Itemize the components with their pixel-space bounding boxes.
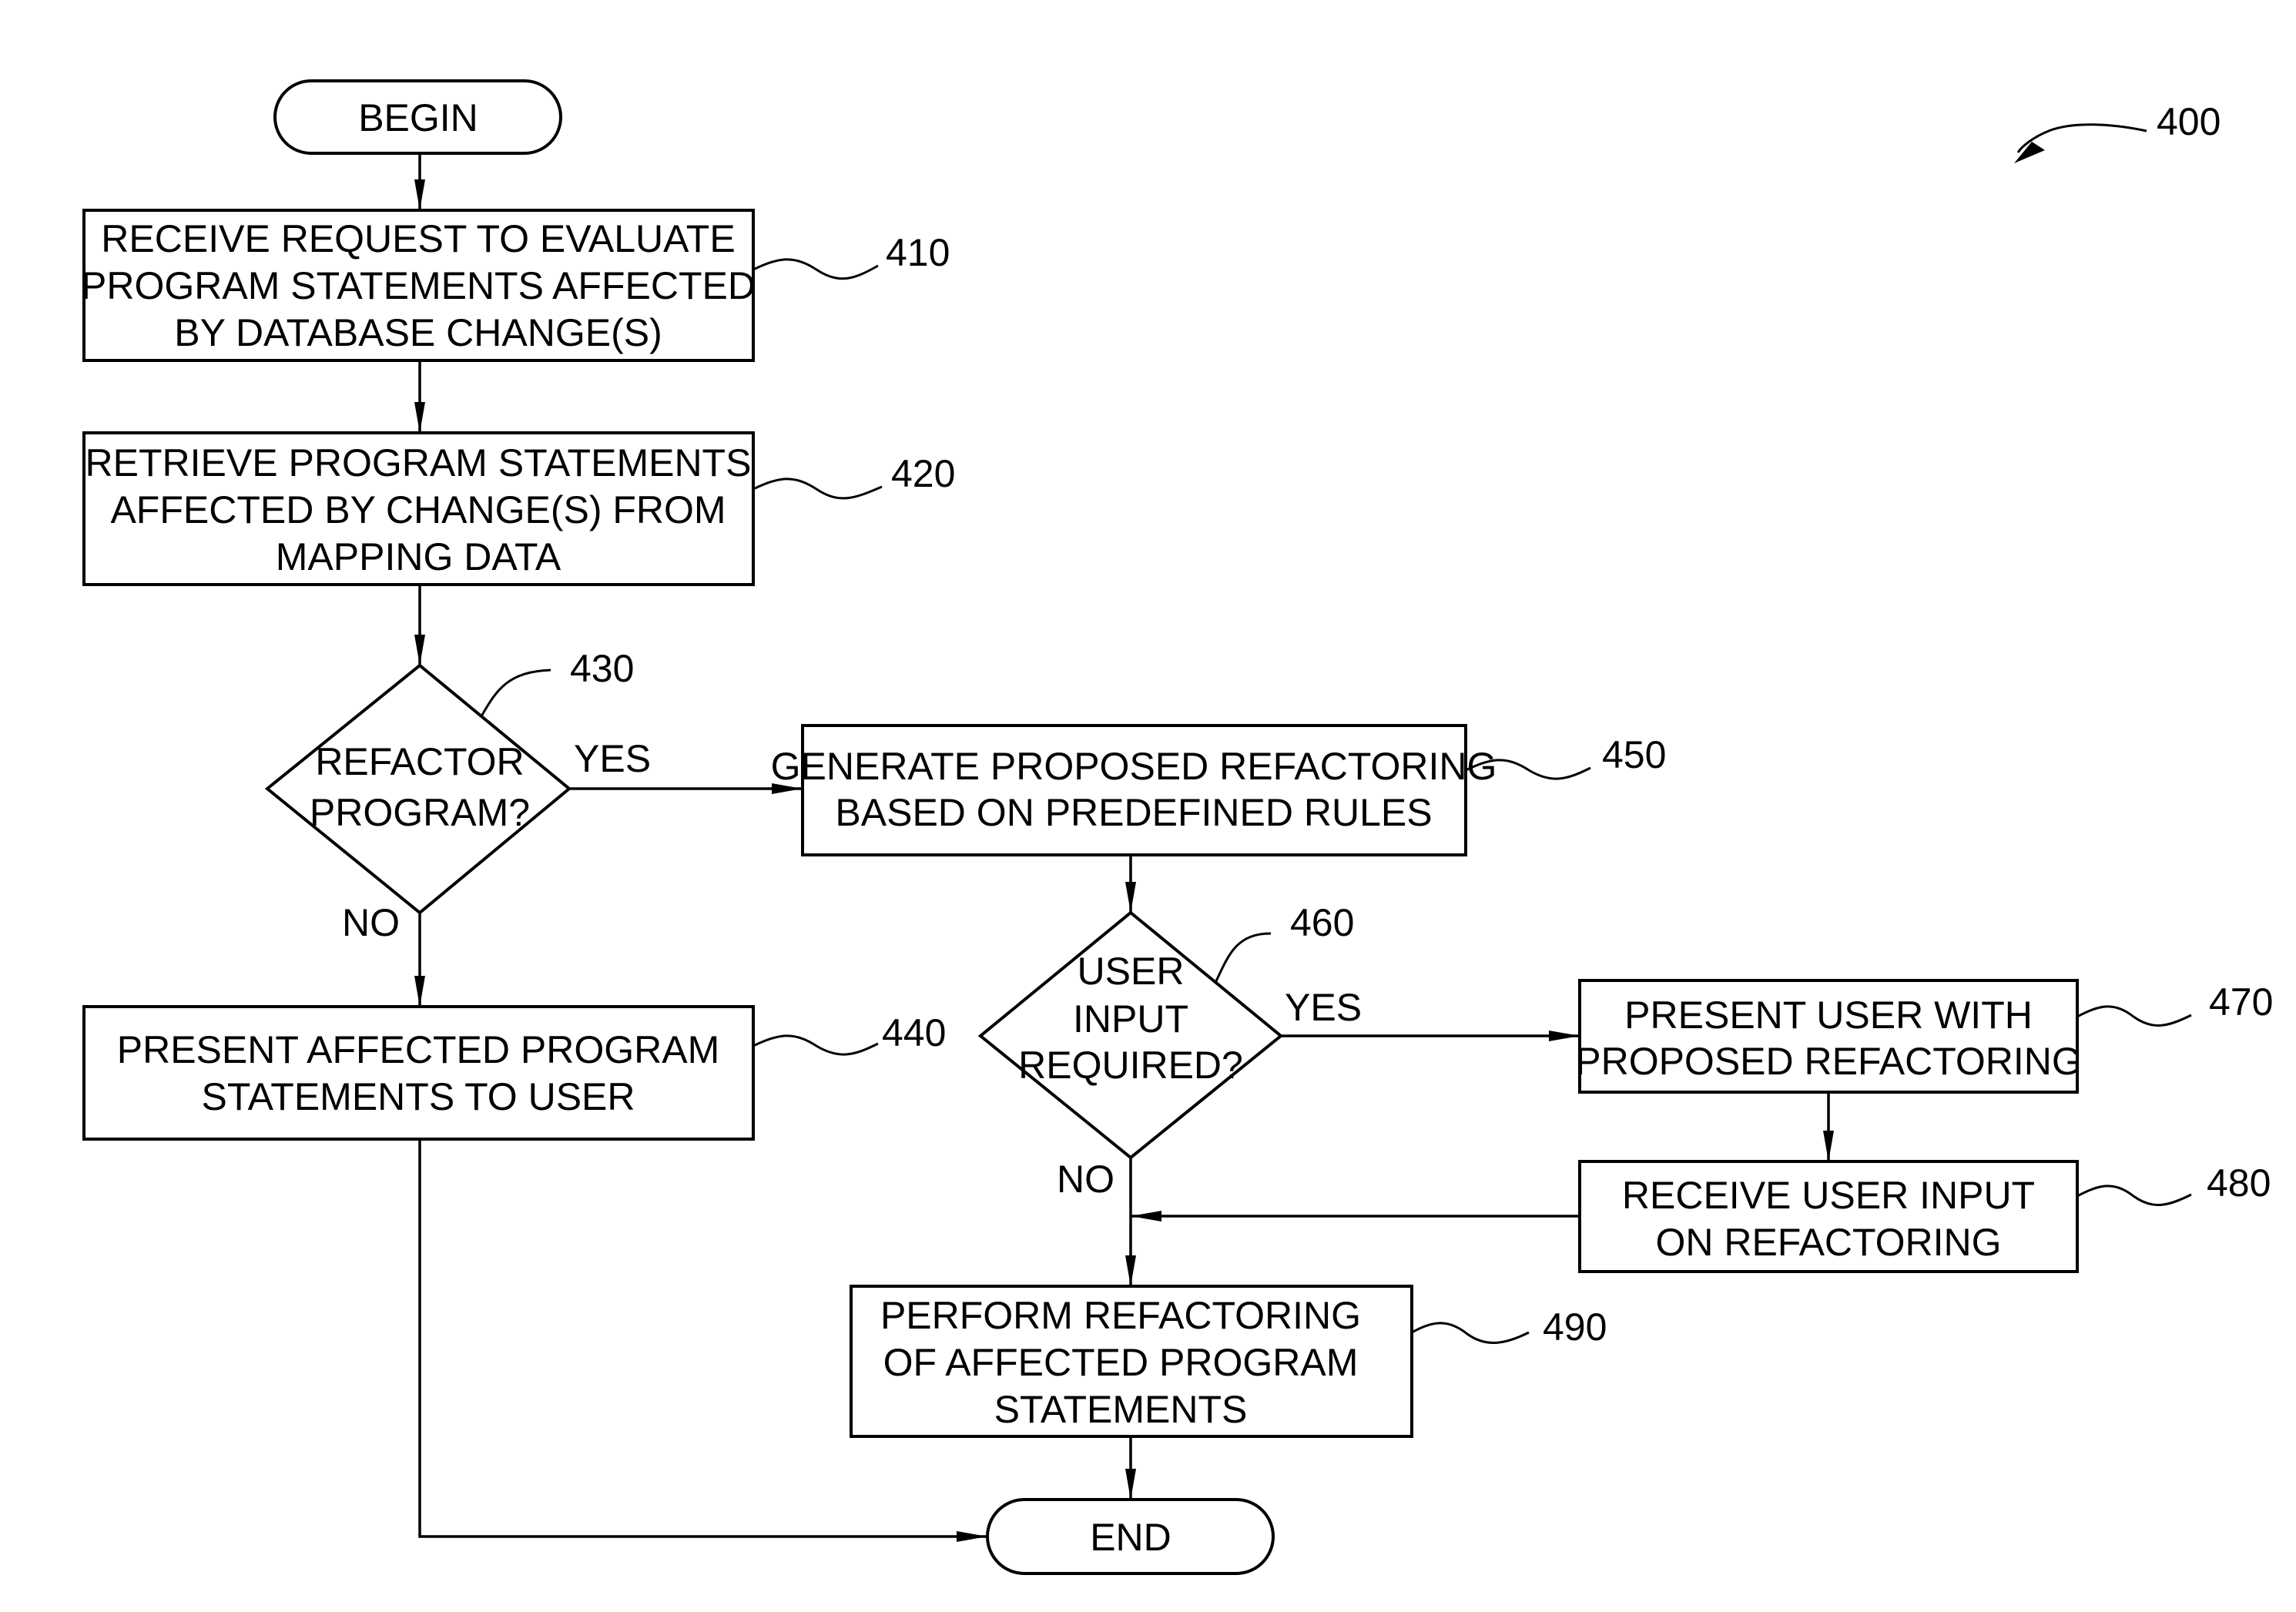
step-450-line-1: GENERATE PROPOSED REFACTORING xyxy=(771,745,1497,788)
step-490-line-3: STATEMENTS xyxy=(994,1388,1248,1431)
decision-460-ref: 460 xyxy=(1290,901,1354,944)
step-410-ref: 410 xyxy=(886,231,950,274)
decision-430: REFACTOR PROGRAM? 430 YES NO xyxy=(264,647,651,944)
step-480-leader xyxy=(2076,1185,2192,1206)
step-420-line-3: MAPPING DATA xyxy=(276,535,561,578)
step-490-line-2: OF AFFECTED PROGRAM xyxy=(883,1341,1359,1384)
decision-460-no-label: NO xyxy=(1057,1158,1114,1201)
step-410: RECEIVE REQUEST TO EVALUATE PROGRAM STAT… xyxy=(81,209,950,362)
decision-430-line-2: PROGRAM? xyxy=(310,791,530,834)
decision-430-diamond xyxy=(264,663,572,915)
end-label: END xyxy=(1090,1516,1171,1559)
step-440-line-1: PRESENT AFFECTED PROGRAM xyxy=(117,1028,720,1071)
step-470-line-1: PRESENT USER WITH xyxy=(1624,994,2033,1037)
step-480-line-2: ON REFACTORING xyxy=(1655,1221,2001,1264)
figure-reference: 400 xyxy=(2014,100,2221,163)
step-420-line-1: RETRIEVE PROGRAM STATEMENTS xyxy=(85,441,752,484)
decision-460: USER INPUT REQUIRED? 460 YES NO xyxy=(977,901,1362,1201)
step-490: PERFORM REFACTORING OF AFFECTED PROGRAM … xyxy=(850,1285,1607,1438)
step-470-leader xyxy=(2076,1005,2192,1027)
step-440-line-2: STATEMENTS TO USER xyxy=(201,1075,635,1118)
end-terminal: END xyxy=(986,1498,1275,1575)
step-450-line-2: BASED ON PREDEFINED RULES xyxy=(835,791,1432,834)
step-440: PRESENT AFFECTED PROGRAM STATEMENTS TO U… xyxy=(82,1005,946,1141)
decision-460-line-3: REQUIRED? xyxy=(1018,1044,1243,1087)
decision-460-yes-label: YES xyxy=(1285,986,1362,1029)
step-450-ref: 450 xyxy=(1602,733,1666,776)
step-470-line-2: PROPOSED REFACTORING xyxy=(1575,1040,2082,1083)
decision-430-line-1: REFACTOR xyxy=(315,740,524,783)
step-420: RETRIEVE PROGRAM STATEMENTS AFFECTED BY … xyxy=(82,431,955,586)
step-420-line-2: AFFECTED BY CHANGE(S) FROM xyxy=(110,488,726,531)
step-490-leader xyxy=(1411,1322,1530,1344)
decision-460-leader xyxy=(1214,932,1272,984)
step-490-ref: 490 xyxy=(1543,1305,1607,1349)
decision-430-ref: 430 xyxy=(570,647,634,690)
step-410-line-3: BY DATABASE CHANGE(S) xyxy=(174,311,662,354)
decision-430-yes-label: YES xyxy=(574,737,651,780)
decision-430-leader xyxy=(480,669,551,717)
figure-reference-number: 400 xyxy=(2157,100,2221,143)
step-420-leader xyxy=(752,478,883,500)
step-470-ref: 470 xyxy=(2209,980,2273,1024)
flowchart: 400 BEGIN RECEIVE REQUEST TO EVALUATE PR… xyxy=(81,79,2273,1575)
step-490-line-1: PERFORM REFACTORING xyxy=(880,1294,1361,1337)
decision-460-line-2: INPUT xyxy=(1073,997,1188,1041)
step-470: PRESENT USER WITH PROPOSED REFACTORING 4… xyxy=(1575,979,2273,1094)
step-410-line-2: PROGRAM STATEMENTS AFFECTED xyxy=(81,264,756,307)
step-480-ref: 480 xyxy=(2207,1161,2271,1205)
step-440-ref: 440 xyxy=(882,1011,946,1054)
step-480: RECEIVE USER INPUT ON REFACTORING 480 xyxy=(1578,1160,2271,1273)
begin-terminal: BEGIN xyxy=(273,79,562,155)
step-450: GENERATE PROPOSED REFACTORING BASED ON P… xyxy=(771,724,1666,856)
decision-460-line-1: USER xyxy=(1078,950,1185,993)
step-410-line-1: RECEIVE REQUEST TO EVALUATE xyxy=(101,217,735,260)
decision-430-no-label: NO xyxy=(342,901,400,944)
step-440-leader xyxy=(752,1034,879,1056)
step-420-ref: 420 xyxy=(891,452,955,495)
step-480-line-1: RECEIVE USER INPUT xyxy=(1622,1174,2035,1217)
step-440-box xyxy=(82,1005,755,1141)
step-410-leader xyxy=(752,258,879,280)
begin-label: BEGIN xyxy=(358,96,478,139)
